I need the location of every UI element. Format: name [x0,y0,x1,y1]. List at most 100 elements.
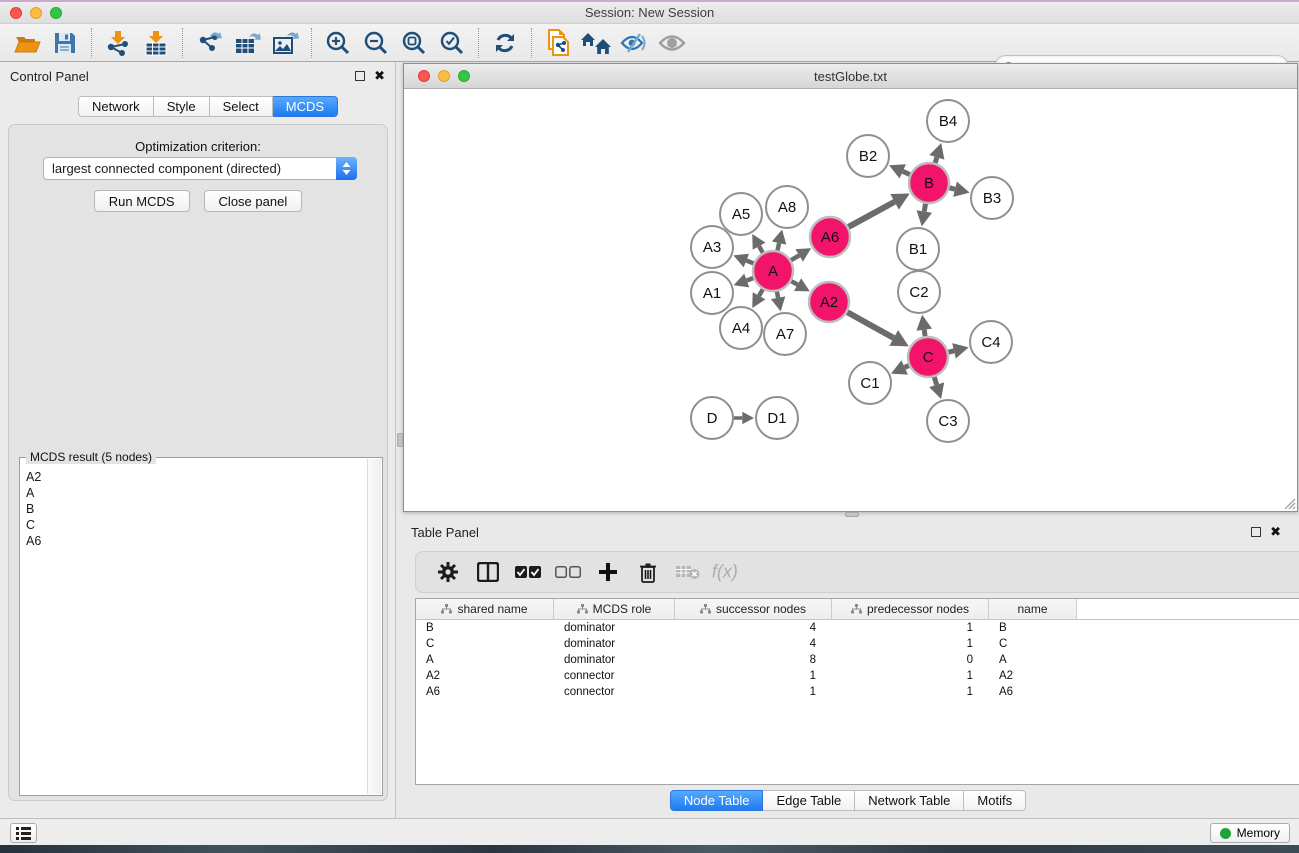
zoom-out-icon[interactable] [357,27,395,59]
tab-motifs[interactable]: Motifs [964,790,1026,811]
column-header-shared-name[interactable]: shared name [416,599,554,619]
table-cell[interactable]: A2 [989,670,1077,682]
open-session-icon[interactable] [8,27,46,59]
edge-A-A1[interactable] [747,278,754,280]
network-window-titlebar[interactable]: testGlobe.txt [404,64,1297,89]
column-header-predecessor-nodes[interactable]: predecessor nodes [832,599,989,619]
close-view-button[interactable] [418,70,430,82]
select-all-icon[interactable] [510,557,546,587]
criterion-dropdown[interactable]: largest connected component (directed) [43,157,357,180]
clone-network-icon[interactable] [539,27,577,59]
table-row[interactable]: Bdominator41B [416,620,1299,636]
table-cell[interactable]: 4 [675,638,832,650]
table-cell[interactable]: 8 [675,654,832,666]
edge-A-A2[interactable] [791,281,797,284]
function-builder-icon[interactable]: f(x) [710,557,746,587]
close-table-panel-icon[interactable]: ✖ [1270,527,1281,537]
run-mcds-button[interactable]: Run MCDS [94,190,190,212]
table-row[interactable]: Adominator80A [416,652,1299,668]
hidden-panel-handle-left[interactable] [397,433,403,447]
tab-node-table[interactable]: Node Table [670,790,764,811]
add-icon[interactable] [590,557,626,587]
delete-icon[interactable] [630,557,666,587]
table-cell[interactable]: 1 [832,686,989,698]
column-header-name[interactable]: name [989,599,1077,619]
save-session-icon[interactable] [46,27,84,59]
minimize-view-button[interactable] [438,70,450,82]
table-cell[interactable]: A2 [416,670,554,682]
table-cell[interactable]: B [989,622,1077,634]
table-row[interactable]: Cdominator41C [416,636,1299,652]
edge-A-A4[interactable] [759,289,763,296]
export-image-icon[interactable] [266,27,304,59]
zoom-view-button[interactable] [458,70,470,82]
table-cell[interactable]: C [416,638,554,650]
result-list-item[interactable]: B [26,501,367,517]
table-cell[interactable]: 1 [832,638,989,650]
import-table-icon[interactable] [137,27,175,59]
table-cell[interactable]: A6 [989,686,1077,698]
result-list-item[interactable]: C [26,517,367,533]
export-table-icon[interactable] [228,27,266,59]
edge-A-A7[interactable] [777,292,778,298]
edge-A-A5[interactable] [759,246,763,253]
delete-table-icon[interactable] [670,557,706,587]
import-network-icon[interactable] [99,27,137,59]
table-cell[interactable]: 4 [675,622,832,634]
result-list-item[interactable]: A2 [26,469,367,485]
refresh-layout-icon[interactable] [486,27,524,59]
zoom-in-icon[interactable] [319,27,357,59]
edge-B-B4[interactable] [935,157,937,163]
close-panel-icon[interactable]: ✖ [374,71,385,81]
result-list-item[interactable]: A6 [26,533,367,549]
edge-A-A8[interactable] [777,243,779,250]
table-cell[interactable]: 0 [832,654,989,666]
column-header-MCDS-role[interactable]: MCDS role [554,599,675,619]
table-cell[interactable]: dominator [554,638,675,650]
table-cell[interactable]: connector [554,686,675,698]
hidden-panel-handle-bottom[interactable] [845,512,859,517]
edge-A6-B[interactable] [848,202,894,227]
settings-gear-icon[interactable] [430,557,466,587]
table-cell[interactable]: B [416,622,554,634]
table-cell[interactable]: A [989,654,1077,666]
network-canvas[interactable]: AA1A3A4A5A7A8A6A2BB1B2B3B4CC1C2C3C4DD1 [404,89,1297,511]
edge-A-A6[interactable] [791,255,799,260]
table-row[interactable]: A2connector11A2 [416,668,1299,684]
edge-B-B1[interactable] [924,204,925,212]
result-list-item[interactable]: A [26,485,367,501]
edge-C-C2[interactable] [924,330,925,337]
zoom-window-button[interactable] [50,7,62,19]
table-cell[interactable]: 1 [832,670,989,682]
table-row[interactable]: A6connector11A6 [416,684,1299,700]
edge-C-C3[interactable] [934,377,936,385]
table-cell[interactable]: A6 [416,686,554,698]
close-window-button[interactable] [10,7,22,19]
tab-style[interactable]: Style [154,96,210,117]
task-history-button[interactable] [10,823,37,843]
table-cell[interactable]: connector [554,670,675,682]
table-cell[interactable]: 1 [832,622,989,634]
edge-C-C1[interactable] [905,366,909,368]
table-cell[interactable]: C [989,638,1077,650]
table-cell[interactable]: 1 [675,686,832,698]
tab-network-table[interactable]: Network Table [855,790,964,811]
tab-select[interactable]: Select [210,96,273,117]
deselect-all-icon[interactable] [550,557,586,587]
zoom-fit-icon[interactable] [395,27,433,59]
export-network-icon[interactable] [190,27,228,59]
float-panel-icon[interactable] [355,71,365,81]
split-panel-icon[interactable] [470,557,506,587]
resize-grip-icon[interactable] [1282,496,1296,510]
table-cell[interactable]: 1 [675,670,832,682]
edge-A-A3[interactable] [746,261,753,264]
edge-C-C4[interactable] [948,351,954,352]
home-view-icon[interactable] [577,27,615,59]
column-header-successor-nodes[interactable]: successor nodes [675,599,832,619]
minimize-window-button[interactable] [30,7,42,19]
edge-A2-C[interactable] [847,312,893,338]
show-eye-icon[interactable] [653,27,691,59]
table-cell[interactable]: dominator [554,654,675,666]
edge-B-B3[interactable] [949,188,955,189]
result-scrollbar[interactable] [367,459,381,794]
